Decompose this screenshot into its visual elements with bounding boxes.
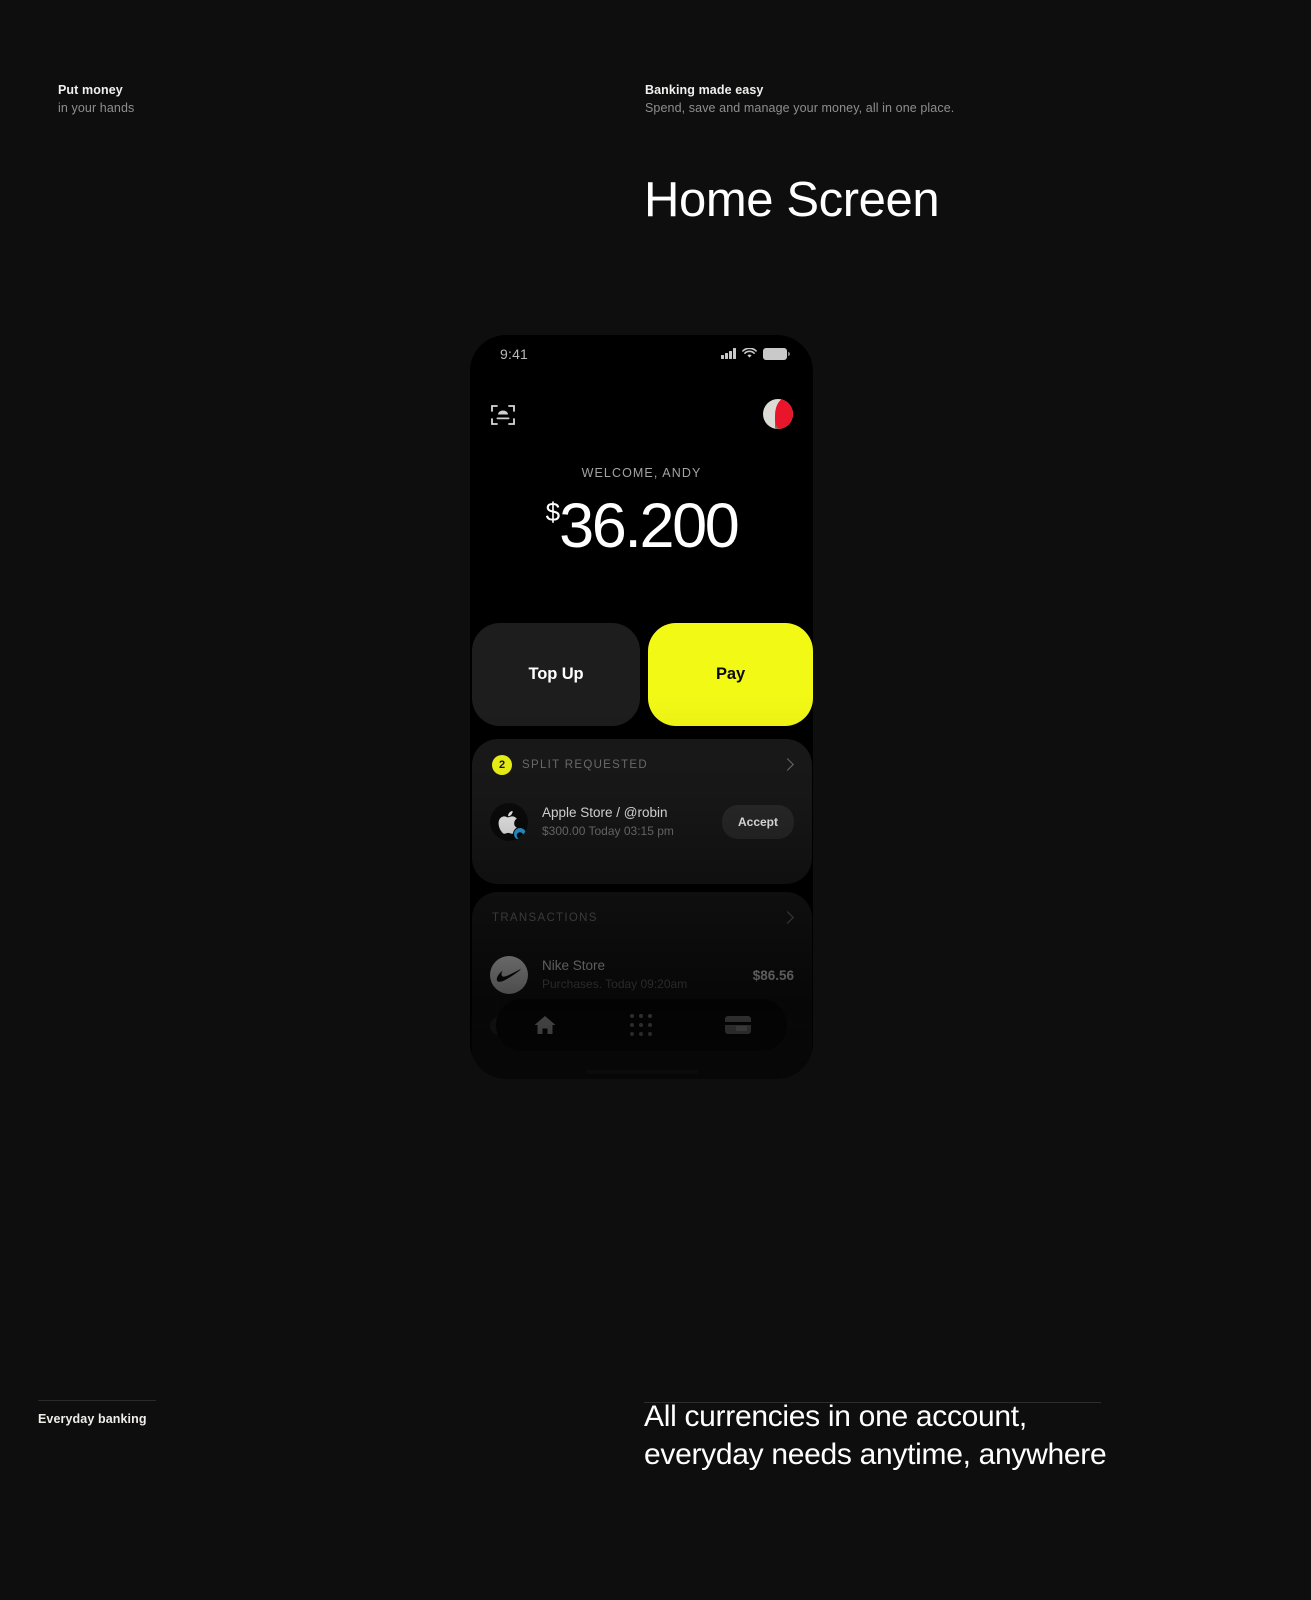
nike-logo-icon bbox=[490, 956, 528, 994]
split-requested-header[interactable]: 2 SPLIT REQUESTED bbox=[472, 739, 812, 791]
caption-left-title: Put money bbox=[58, 83, 123, 97]
home-icon bbox=[534, 1016, 555, 1034]
status-bar: 9:41 bbox=[470, 335, 813, 377]
welcome-label: WELCOME, ANDY bbox=[581, 466, 702, 480]
split-requested-title: SPLIT REQUESTED bbox=[522, 759, 649, 771]
caption-right-title: Banking made easy bbox=[645, 83, 764, 97]
transactions-header[interactable]: TRANSACTIONS bbox=[472, 892, 812, 944]
nav-item-home[interactable] bbox=[533, 1014, 557, 1036]
chevron-right-icon[interactable] bbox=[783, 911, 792, 926]
design-presentation-canvas: Put money in your hands Banking made eas… bbox=[0, 0, 1311, 1600]
chevron-right-icon[interactable] bbox=[783, 758, 792, 773]
table-row[interactable]: Nike Store Purchases. Today 09:20am $86.… bbox=[472, 944, 812, 1006]
caption-right: Banking made easy Spend, save and manage… bbox=[645, 82, 954, 118]
split-request-subtitle: $300.00 Today 03:15 pm bbox=[542, 824, 674, 838]
card-icon bbox=[724, 1016, 751, 1034]
balance-value: 36.200 bbox=[559, 491, 740, 561]
battery-icon bbox=[763, 348, 790, 360]
primary-actions: Top Up Pay bbox=[470, 623, 813, 726]
phone-mockup: 9:41 WELCOME, ANDY $36.200 Top Up Pay 2 … bbox=[470, 335, 813, 1079]
cellular-signal-icon bbox=[721, 348, 736, 360]
transaction-amount: $86.56 bbox=[752, 967, 794, 983]
footer-headline: All currencies in one account, everyday … bbox=[644, 1398, 1107, 1474]
sheet-drag-handle[interactable] bbox=[586, 1070, 698, 1074]
page-title: Home Screen bbox=[644, 173, 940, 227]
balance-amount: $36.200 bbox=[470, 490, 813, 562]
scan-face-icon[interactable] bbox=[490, 403, 516, 427]
nav-item-apps[interactable] bbox=[629, 1014, 652, 1036]
split-request-title: Apple Store / @robin bbox=[542, 805, 668, 820]
split-requested-card: 2 SPLIT REQUESTED Apple Store / @robin $… bbox=[472, 739, 812, 884]
nav-item-cards[interactable] bbox=[724, 1016, 751, 1034]
split-request-row[interactable]: Apple Store / @robin $300.00 Today 03:15… bbox=[472, 791, 812, 853]
top-up-button[interactable]: Top Up bbox=[472, 623, 640, 726]
status-bar-icons bbox=[721, 348, 790, 360]
transaction-text: Nike Store Purchases. Today 09:20am bbox=[542, 957, 753, 993]
footer-headline-line1: All currencies in one account, bbox=[644, 1400, 1027, 1433]
footer-headline-line2: everyday needs anytime, anywhere bbox=[644, 1438, 1107, 1471]
split-request-text: Apple Store / @robin $300.00 Today 03:15… bbox=[542, 804, 722, 840]
caption-left-subtitle: in your hands bbox=[58, 101, 135, 115]
balance-currency: $ bbox=[545, 497, 561, 527]
transaction-title: Nike Store bbox=[542, 958, 606, 973]
split-requested-count-badge: 2 bbox=[492, 755, 512, 775]
caption-right-subtitle: Spend, save and manage your money, all i… bbox=[645, 101, 955, 115]
status-bar-time: 9:41 bbox=[500, 346, 529, 362]
transaction-subtitle: Purchases. Today 09:20am bbox=[542, 977, 688, 991]
wifi-icon bbox=[742, 348, 757, 359]
caption-left: Put money in your hands bbox=[58, 82, 134, 118]
footer-left-label: Everyday banking bbox=[38, 1412, 147, 1426]
grid-apps-icon bbox=[629, 1014, 652, 1036]
avatar[interactable] bbox=[763, 399, 793, 429]
accept-button[interactable]: Accept bbox=[721, 805, 794, 839]
avatar-hair bbox=[775, 399, 793, 429]
app-header bbox=[470, 385, 813, 437]
bottom-navigation-bar bbox=[496, 999, 787, 1051]
pay-button[interactable]: Pay bbox=[648, 623, 813, 726]
footer-divider-left bbox=[38, 1400, 156, 1401]
transactions-title: TRANSACTIONS bbox=[492, 912, 598, 924]
apple-logo-icon bbox=[490, 803, 528, 841]
